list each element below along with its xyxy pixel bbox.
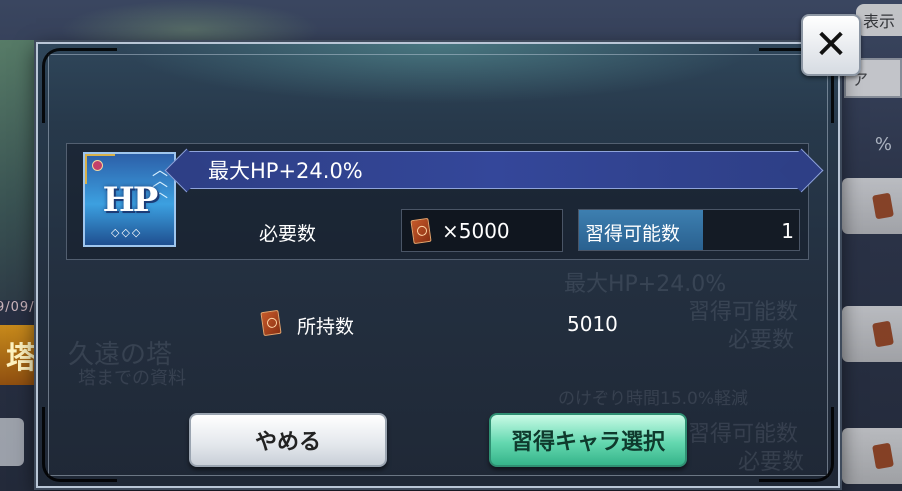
close-button[interactable]: ✕ [801,14,861,76]
background-percent-text: % [874,134,892,155]
book-icon [260,309,282,337]
hp-skill-icon: ︿ ︿ ︿ HP ◇◇◇ [83,152,176,247]
close-icon: ✕ [814,22,848,68]
ghost-text: 塔までの資料 [78,368,186,389]
background-display-tab: 表示 [856,4,902,36]
background-list-row [842,428,902,484]
background-list-row [842,306,902,362]
hp-icon-text: HP [102,180,159,220]
background-left-button [0,418,24,466]
ghost-text: 必要数 [728,328,795,353]
required-count-label: 必要数 [259,223,317,245]
background-list-row [842,178,902,234]
dialog-inner-border [48,54,828,476]
gem-icon [92,160,103,171]
owned-count-value: 5010 [567,312,618,336]
cancel-button[interactable]: やめる [189,413,387,467]
book-icon [410,217,432,245]
ghost-text: のけぞり時間15.0%軽減 [558,389,749,409]
ghost-text: 必要数 [738,450,805,475]
owned-count-label: 所持数 [297,316,355,338]
ornament-corner [42,407,117,482]
learnable-count-value: 1 [781,219,794,243]
select-character-button[interactable]: 習得キャラ選択 [489,413,687,467]
skill-title: 最大HP+24.0% [208,159,363,183]
required-count-value: ×5000 [442,219,510,243]
rank-dots: ◇◇◇ [111,226,143,239]
ornament-corner [42,48,117,123]
skill-learn-dialog: 最大HP+24.0% 習得可能数 必要数 のけぞり時間15.0%軽減 習得可能数… [36,42,840,488]
learnable-count-label: 習得可能数 [585,223,681,245]
